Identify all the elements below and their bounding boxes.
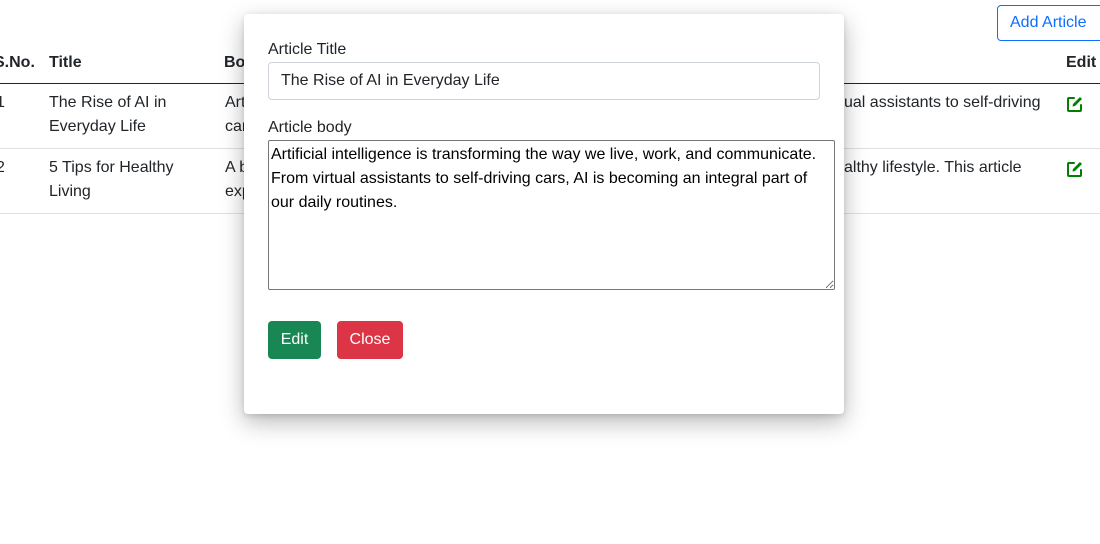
article-title-label: Article Title <box>268 41 347 58</box>
add-article-button[interactable]: Add Article <box>997 5 1100 41</box>
row-sno: 2 <box>0 159 5 176</box>
column-header-title: Title <box>49 54 82 71</box>
edit-button[interactable]: Edit <box>268 321 321 359</box>
column-header-edit: Edit <box>1066 54 1097 71</box>
row-title-line: Everyday Life <box>49 118 146 135</box>
article-title-input[interactable] <box>268 62 820 100</box>
article-body-label: Article body <box>268 119 352 136</box>
row-title-line: 5 Tips for Healthy <box>49 159 174 176</box>
row-body-fragment: ual assistants to self-driving <box>844 94 1041 111</box>
article-body-textarea[interactable]: Artificial intelligence is transforming … <box>268 140 835 290</box>
close-button[interactable]: Close <box>337 321 403 359</box>
edit-square-icon[interactable] <box>1066 95 1084 113</box>
row-title-line: The Rise of AI in <box>49 94 167 111</box>
edit-article-dialog: Article Title Article body Artificial in… <box>244 14 844 414</box>
row-body-fragment: Art <box>225 94 246 111</box>
edit-square-icon[interactable] <box>1066 160 1084 178</box>
row-title-line: Living <box>49 183 91 200</box>
row-sno: 1 <box>0 94 5 111</box>
row-body-fragment: althy lifestyle. This article <box>844 159 1022 176</box>
column-header-sno: S.No. <box>0 54 35 71</box>
